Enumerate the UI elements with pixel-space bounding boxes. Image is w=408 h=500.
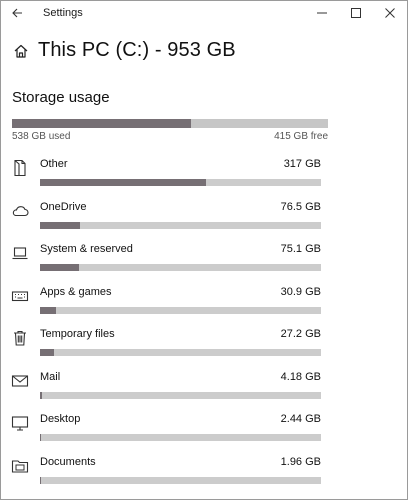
close-icon [385,8,395,18]
minimize-button[interactable] [305,1,339,25]
total-usage-bar [12,119,328,128]
category-usage-fill [40,476,42,484]
category-item-other[interactable]: Other 317 GB [1,151,407,193]
category-usage-bar [40,349,321,356]
folder-icon [11,459,29,473]
category-label: OneDrive [40,200,87,213]
storage-usage-heading: Storage usage [12,89,110,106]
category-item-system-reserved[interactable]: System & reserved 75.1 GB [1,236,407,278]
window-title: Settings [43,7,83,19]
total-usage-fill [12,119,191,128]
category-label: Documents [40,455,96,468]
category-item-apps-games[interactable]: Apps & games 30.9 GB [1,279,407,321]
page-header: This PC (C:) - 953 GB [13,39,236,62]
cloud-icon [12,205,29,216]
keyboard-icon [11,290,29,301]
category-label: Apps & games [40,285,112,298]
category-size: 1.96 GB [280,455,321,468]
category-usage-fill [40,264,80,271]
category-usage-fill [40,434,42,441]
category-size: 30.9 GB [280,285,321,298]
document-icon [14,159,26,177]
category-usage-fill [40,391,43,399]
maximize-button[interactable] [339,1,373,25]
category-size: 27.2 GB [280,328,321,340]
category-label: Other [40,158,68,170]
page-title: This PC (C:) - 953 GB [38,39,236,61]
back-button[interactable] [1,1,33,25]
category-size: 75.1 GB [280,243,321,255]
laptop-icon [12,247,28,260]
title-bar: Settings [1,1,407,25]
category-item-onedrive[interactable]: OneDrive 76.5 GB [1,194,407,236]
free-space-label: 415 GB free [274,131,328,142]
category-label: System & reserved [40,243,133,255]
home-icon[interactable] [13,43,29,59]
category-usage-bar [40,476,321,484]
maximize-icon [351,8,361,18]
used-space-label: 538 GB used [12,131,71,142]
category-usage-bar [40,221,321,229]
category-usage-fill [40,349,55,356]
category-label: Temporary files [40,328,115,340]
category-size: 76.5 GB [280,200,321,213]
category-item-desktop[interactable]: Desktop 2.44 GB [1,406,407,448]
trash-icon [14,330,26,346]
category-usage-fill [40,179,206,186]
close-button[interactable] [373,1,407,25]
category-item-documents[interactable]: Documents 1.96 GB [1,449,407,491]
category-item-temporary-files[interactable]: Temporary files 27.2 GB [1,321,407,363]
category-size: 4.18 GB [280,370,321,383]
monitor-icon [11,416,29,431]
category-usage-bar [40,264,321,271]
category-usage-bar [40,179,321,186]
category-usage-fill [40,221,81,229]
category-size: 2.44 GB [280,413,321,425]
category-label: Desktop [40,413,81,425]
settings-window: Settings This PC (C:) - 953 GB Storage u… [0,0,408,500]
category-usage-bar [40,306,321,314]
minimize-icon [317,12,327,14]
back-arrow-icon [12,8,22,18]
mail-icon [11,374,29,387]
category-item-mail[interactable]: Mail 4.18 GB [1,364,407,406]
category-usage-bar [40,434,321,441]
category-usage-fill [40,306,57,314]
category-usage-bar [40,391,321,399]
caption-buttons [305,1,407,25]
category-label: Mail [40,370,61,383]
category-size: 317 GB [283,158,321,170]
